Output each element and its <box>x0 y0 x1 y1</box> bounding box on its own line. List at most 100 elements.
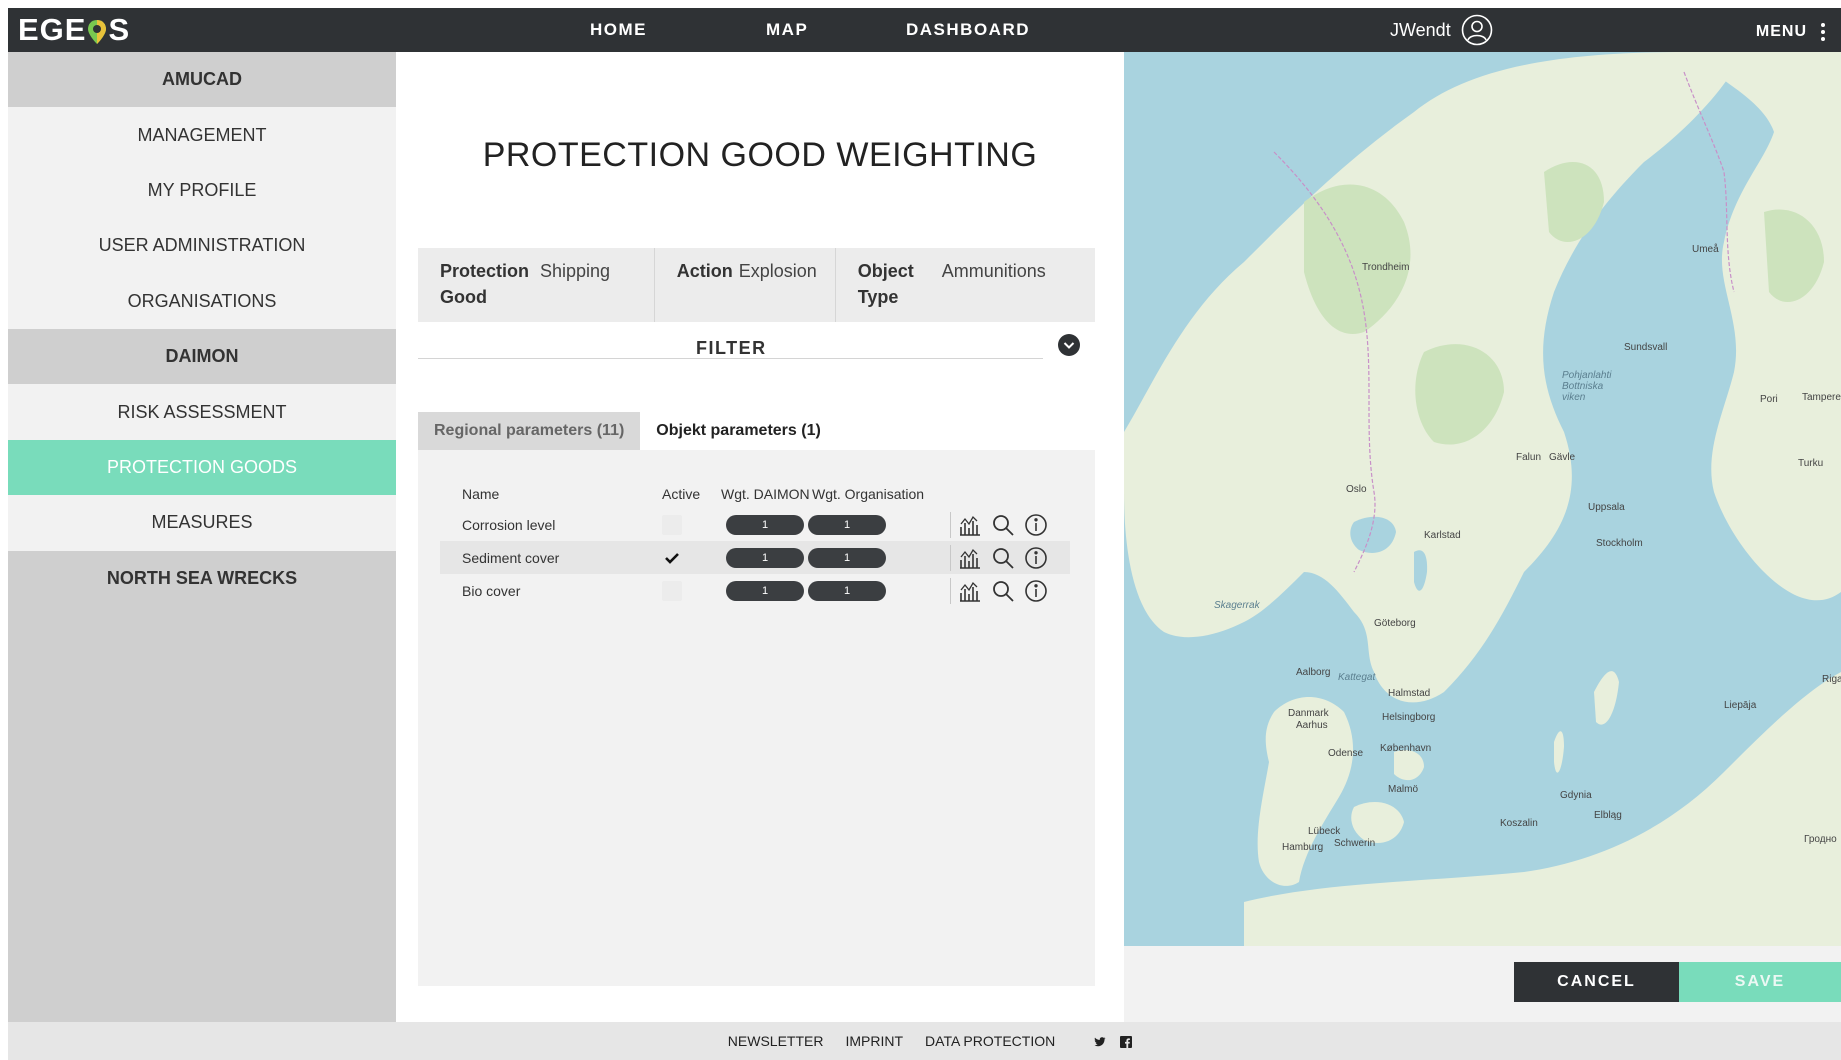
app-frame: EGE S HOME MAP DASHBOARD JWendt MENU AMU… <box>8 8 1841 1060</box>
map-label: Tampere <box>1802 392 1841 403</box>
user-name: JWendt <box>1390 19 1451 40</box>
map-label: Liepāja <box>1724 700 1757 711</box>
summary-key-protection-good: Protection Good <box>440 261 530 307</box>
sidebar-item-my-profile[interactable]: MY PROFILE <box>8 162 396 219</box>
wgt-organisation-value[interactable]: 1 <box>808 581 886 601</box>
map-label: Hamburg <box>1282 842 1324 853</box>
search-icon[interactable] <box>991 546 1015 570</box>
user-menu[interactable]: JWendt <box>1390 14 1493 46</box>
map-label: Pori <box>1760 394 1778 405</box>
info-icon[interactable] <box>1024 579 1048 603</box>
parameters-table: Name Active Wgt. DAIMON Wgt. Organisatio… <box>418 450 1095 986</box>
column-header-name: Name <box>462 486 500 502</box>
chart-icon[interactable] <box>958 513 982 537</box>
logo-text-left: EGE <box>18 12 87 47</box>
map-label: Stockholm <box>1596 538 1643 549</box>
row-name: Sediment cover <box>462 550 560 566</box>
map-label: Helsingborg <box>1382 712 1436 723</box>
map-label: Karlstad <box>1424 530 1461 541</box>
map-label: Oslo <box>1346 484 1367 495</box>
summary-value-object-type: Ammunitions <box>941 261 1046 281</box>
summary-protection-good: Protection Good Shipping <box>418 248 654 322</box>
column-header-active: Active <box>662 486 701 502</box>
selection-summary: Protection Good Shipping Action Explosio… <box>418 248 1095 322</box>
footer-link-data-protection[interactable]: DATA PROTECTION <box>925 1033 1055 1049</box>
nav-dashboard[interactable]: DASHBOARD <box>906 20 1030 40</box>
active-checkbox[interactable] <box>662 581 682 601</box>
nav-map[interactable]: MAP <box>766 20 808 40</box>
map-view[interactable]: Trondheim Oslo Stockholm Göteborg Umeå U… <box>1124 52 1841 946</box>
sidebar-item-risk-assessment[interactable]: RISK ASSESSMENT <box>8 384 396 440</box>
footer-link-imprint[interactable]: IMPRINT <box>845 1033 903 1049</box>
map-label: Riga <box>1822 674 1841 685</box>
wgt-daimon-value[interactable]: 1 <box>726 548 804 568</box>
info-icon[interactable] <box>1024 546 1048 570</box>
summary-object-type: Object Type Ammunitions <box>836 248 1095 322</box>
info-icon[interactable] <box>1024 513 1048 537</box>
nav-home[interactable]: HOME <box>590 20 647 40</box>
row-divider <box>950 545 951 571</box>
footer: NEWSLETTER IMPRINT DATA PROTECTION <box>8 1022 1841 1060</box>
active-checkbox[interactable] <box>662 515 682 535</box>
cancel-button[interactable]: CANCEL <box>1514 962 1679 1002</box>
map-label: Schwerin <box>1334 838 1376 849</box>
wgt-daimon-value[interactable]: 1 <box>726 581 804 601</box>
sidebar-item-management[interactable]: MANAGEMENT <box>8 107 396 163</box>
summary-key-action: Action <box>676 261 733 281</box>
chevron-down-icon[interactable] <box>1058 334 1080 356</box>
row-divider <box>950 578 951 604</box>
map-label: Gdynia <box>1560 790 1592 801</box>
sidebar-section-north-sea-wrecks[interactable]: NORTH SEA WRECKS <box>8 550 396 606</box>
facebook-icon[interactable] <box>1120 1035 1133 1048</box>
map-label: Skagerrak <box>1214 600 1260 611</box>
map-label: Lübeck <box>1308 826 1341 837</box>
checkmark-icon <box>665 553 679 564</box>
table-row: Bio cover 1 1 <box>440 574 1070 607</box>
wgt-organisation-value[interactable]: 1 <box>808 515 886 535</box>
tab-objekt-parameters[interactable]: Objekt parameters (1) <box>640 412 837 450</box>
main-menu-button[interactable]: MENU <box>1756 20 1827 44</box>
parameter-tabs: Regional parameters (11) Objekt paramete… <box>418 412 1095 450</box>
twitter-icon[interactable] <box>1094 1035 1106 1047</box>
sidebar-item-user-administration[interactable]: USER ADMINISTRATION <box>8 218 396 274</box>
main-panel: PROTECTION GOOD WEIGHTING Protection Goo… <box>396 52 1124 1030</box>
map-label: Aalborg <box>1296 667 1331 678</box>
map-label: Aarhus <box>1296 720 1328 731</box>
top-navbar: EGE S HOME MAP DASHBOARD JWendt MENU <box>8 8 1841 52</box>
sidebar-section-amucad[interactable]: AMUCAD <box>8 52 396 108</box>
tab-regional-parameters[interactable]: Regional parameters (11) <box>418 412 641 450</box>
map-label: Turku <box>1798 458 1824 469</box>
map-land-layer <box>1124 52 1841 946</box>
map-label: Uppsala <box>1588 502 1625 513</box>
wgt-organisation-value[interactable]: 1 <box>808 548 886 568</box>
filter-label[interactable]: FILTER <box>696 338 767 359</box>
footer-link-newsletter[interactable]: NEWSLETTER <box>728 1033 824 1049</box>
map-label: Гродно <box>1804 834 1837 845</box>
save-button[interactable]: SAVE <box>1679 962 1841 1002</box>
map-label: Malmö <box>1388 784 1419 795</box>
sidebar-item-protection-goods[interactable]: PROTECTION GOODS <box>8 439 396 496</box>
kebab-menu-icon <box>1821 20 1827 44</box>
egeos-logo[interactable]: EGE S <box>18 12 130 47</box>
page-title: PROTECTION GOOD WEIGHTING <box>482 136 1038 174</box>
map-label: Falun <box>1516 452 1542 463</box>
wgt-daimon-value[interactable]: 1 <box>726 515 804 535</box>
map-label: Umeå <box>1692 244 1719 255</box>
sidebar-section-daimon[interactable]: DAIMON <box>8 328 396 385</box>
row-divider <box>950 512 951 538</box>
active-checkbox[interactable] <box>662 548 682 568</box>
chart-icon[interactable] <box>958 546 982 570</box>
sidebar-item-organisations[interactable]: ORGANISATIONS <box>8 273 396 329</box>
map-label: Kattegat <box>1338 672 1376 683</box>
map-label: Danmark <box>1288 708 1329 719</box>
row-name: Bio cover <box>462 583 521 599</box>
chart-icon[interactable] <box>958 579 982 603</box>
summary-value-action: Explosion <box>738 261 817 281</box>
search-icon[interactable] <box>991 513 1015 537</box>
search-icon[interactable] <box>991 579 1015 603</box>
sidebar-item-measures[interactable]: MEASURES <box>8 495 396 551</box>
map-label: Gävle <box>1549 452 1576 463</box>
map-label: Elbląg <box>1594 810 1622 821</box>
menu-label: MENU <box>1755 23 1807 40</box>
map-label: København <box>1380 743 1432 754</box>
